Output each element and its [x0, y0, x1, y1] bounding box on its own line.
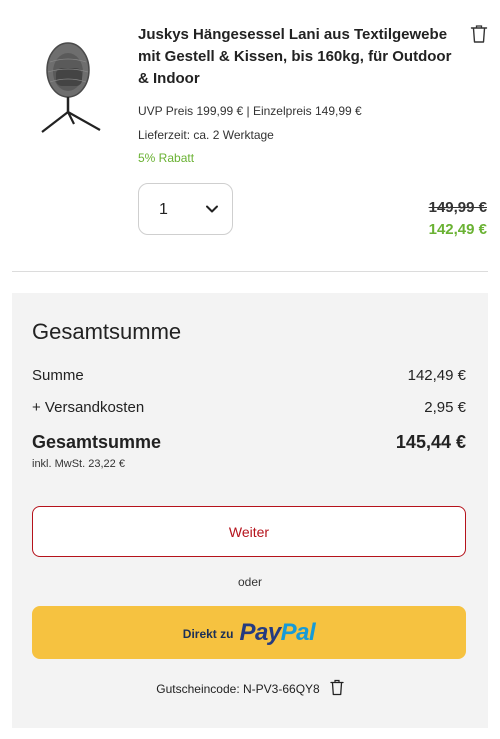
- paypal-logo-pay: Pay: [239, 618, 281, 646]
- paypal-logo: PayPal: [239, 619, 315, 647]
- discount-label: 5% Rabatt: [138, 151, 195, 165]
- chevron-down-icon: [206, 205, 218, 213]
- order-summary: Gesamtsumme Summe 142,49 € + Versandkost…: [12, 293, 488, 728]
- summary-title: Gesamtsumme: [32, 319, 182, 344]
- shipping-value: 2,95 €: [424, 399, 466, 416]
- old-price: 149,99 €: [428, 199, 487, 216]
- quantity-select[interactable]: 1: [138, 183, 233, 235]
- hanging-chair-image[interactable]: [34, 40, 106, 138]
- total-label: Gesamtsumme: [32, 432, 162, 452]
- subtotal-value: 142,49 €: [407, 367, 466, 384]
- uvp-price-info: UVP Preis 199,99 € | Einzelpreis 149,99 …: [138, 104, 362, 118]
- or-separator: oder: [237, 575, 263, 589]
- discounted-price: 142,49 €: [428, 221, 487, 238]
- paypal-logo-pal: Pal: [280, 618, 316, 646]
- tax-note: inkl. MwSt. 23,22 €: [32, 458, 125, 470]
- total-value: 145,44 €: [395, 432, 466, 452]
- product-title[interactable]: Juskys Hängesessel Lani aus Textilgewebe…: [138, 24, 456, 90]
- coupon-code: Gutscheincode: N-PV3-66QY8: [156, 682, 320, 696]
- paypal-checkout-button[interactable]: Direkt zu PayPal: [32, 606, 466, 659]
- coupon-row: Gutscheincode: N-PV3-66QY8: [12, 679, 488, 696]
- trash-icon[interactable]: [470, 24, 488, 44]
- delivery-time: Lieferzeit: ca. 2 Werktage: [138, 128, 274, 142]
- quantity-value: 1: [159, 201, 168, 218]
- shipping-label: + Versandkosten: [32, 399, 145, 416]
- divider: [12, 271, 488, 272]
- cart-item: Juskys Hängesessel Lani aus Textilgewebe…: [0, 0, 500, 272]
- paypal-prefix: Direkt zu: [182, 626, 234, 641]
- continue-button[interactable]: Weiter: [32, 506, 466, 557]
- remove-coupon-trash-icon[interactable]: [330, 679, 344, 696]
- subtotal-label: Summe: [32, 367, 84, 384]
